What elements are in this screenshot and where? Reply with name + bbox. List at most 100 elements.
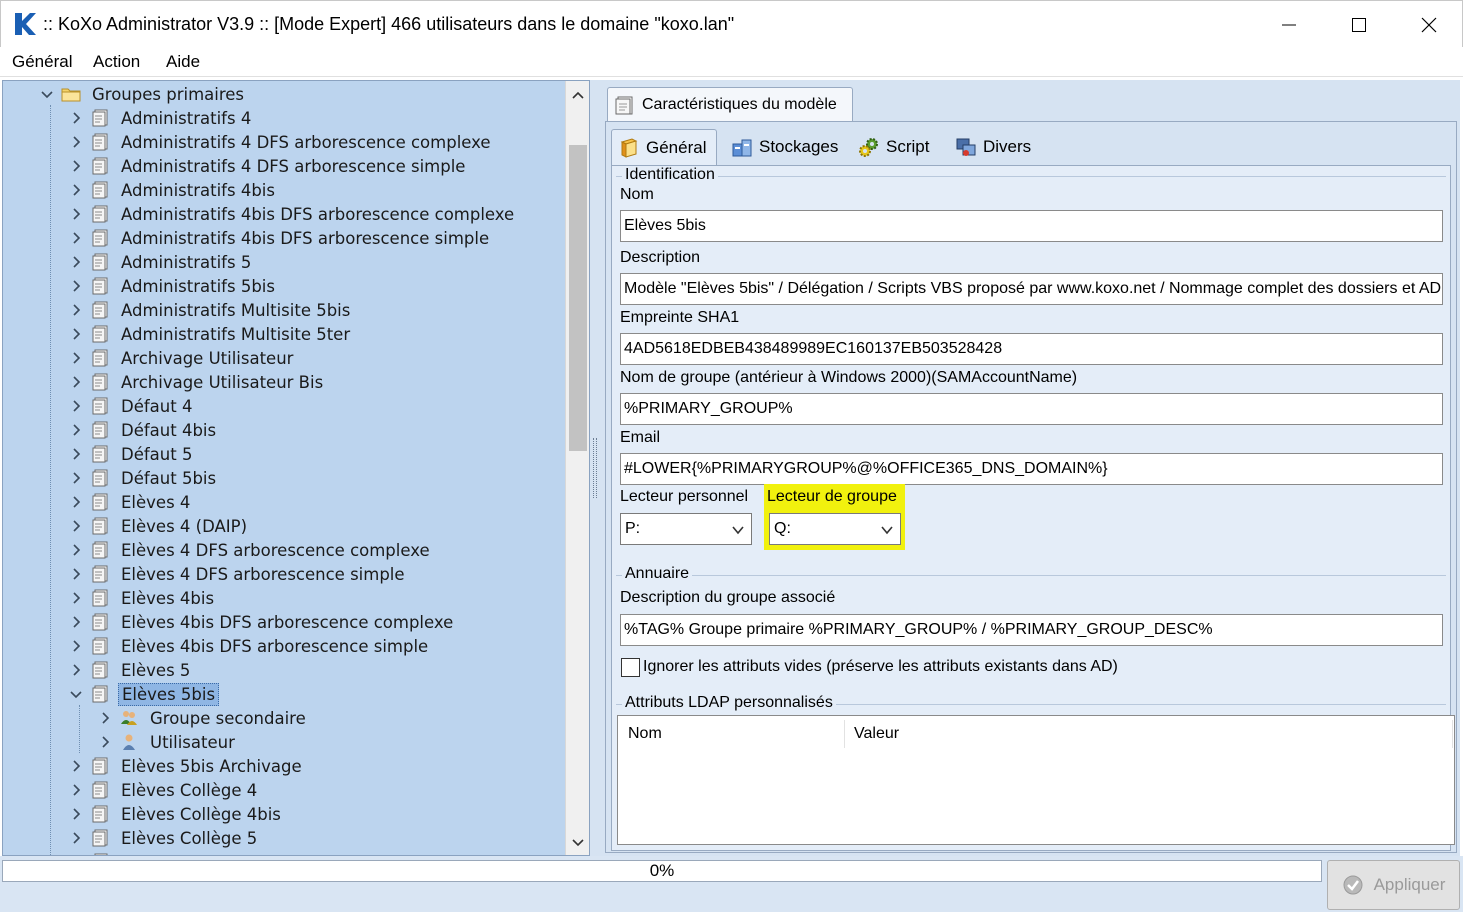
samaccountname-field[interactable]: %PRIMARY_GROUP% <box>620 393 1443 425</box>
description-field[interactable]: Modèle "Elèves 5bis" / Délégation / Scri… <box>620 273 1443 305</box>
chevron-right-icon[interactable] <box>70 256 82 268</box>
chevron-right-icon[interactable] <box>70 448 82 460</box>
chevron-right-icon[interactable] <box>99 736 111 748</box>
description-label: Description <box>620 249 701 266</box>
tree-item[interactable]: Elèves 4 DFS arborescence complexe <box>70 538 433 562</box>
tree-item[interactable]: Défaut 5bis <box>70 466 219 490</box>
tree-item[interactable]: Administratifs 4 DFS arborescence simple <box>70 154 468 178</box>
chevron-right-icon[interactable] <box>70 376 82 388</box>
scroll-thumb[interactable] <box>569 145 587 451</box>
scroll-up-button[interactable] <box>566 83 589 107</box>
ldap-attributes-table[interactable]: Nom Valeur <box>617 715 1455 845</box>
chevron-right-icon[interactable] <box>70 784 82 796</box>
chevron-right-icon[interactable] <box>70 280 82 292</box>
chevron-right-icon[interactable] <box>70 832 82 844</box>
chevron-right-icon[interactable] <box>70 760 82 772</box>
description-groupe-field[interactable]: %TAG% Groupe primaire %PRIMARY_GROUP% / … <box>620 614 1443 646</box>
chevron-right-icon[interactable] <box>70 616 82 628</box>
tree-item[interactable]: Elèves 4bis <box>70 586 217 610</box>
tree-item[interactable]: Défaut 4 <box>70 394 195 418</box>
tree-scrollbar[interactable] <box>565 81 589 855</box>
chevron-right-icon[interactable] <box>70 112 82 124</box>
chevron-right-icon[interactable] <box>70 544 82 556</box>
tree-item[interactable]: Administratifs 5bis <box>70 274 278 298</box>
tree-item[interactable]: Elèves 5 <box>70 658 193 682</box>
column-header-valeur[interactable]: Valeur <box>844 716 1444 752</box>
tree-item[interactable]: Elèves Collège 4 <box>70 778 260 802</box>
tree-item[interactable]: Administratifs 4 DFS arborescence comple… <box>70 130 494 154</box>
tree-item[interactable]: Elèves Collège 5 <box>70 826 260 850</box>
chevron-right-icon[interactable] <box>70 472 82 484</box>
chevron-right-icon[interactable] <box>70 136 82 148</box>
tree-item[interactable]: Administratifs 5 <box>70 250 254 274</box>
ignore-attributes-checkbox[interactable] <box>621 658 640 677</box>
tree-item[interactable]: Administratifs 4bis DFS arborescence sim… <box>70 226 492 250</box>
template-document-icon <box>92 253 108 271</box>
tree-item[interactable]: Elèves 4 DFS arborescence simple <box>70 562 408 586</box>
email-field[interactable]: #LOWER{%PRIMARYGROUP%@%OFFICE365_DNS_DOM… <box>620 453 1443 485</box>
tree-item[interactable]: Administratifs 4 <box>70 106 254 130</box>
chevron-down-icon[interactable] <box>41 88 53 100</box>
tree-subitem[interactable]: Groupe secondaire <box>99 706 309 730</box>
tab-stockages[interactable]: Stockages <box>725 129 844 165</box>
tab-divers[interactable]: Divers <box>949 129 1037 165</box>
menu-action[interactable]: Action <box>93 52 140 72</box>
tree-item[interactable]: Administratifs 4bis <box>70 178 278 202</box>
minimize-button[interactable] <box>1254 1 1324 48</box>
chevron-right-icon[interactable] <box>70 328 82 340</box>
tree-item[interactable]: Administratifs Multisite 5bis <box>70 298 353 322</box>
tree-item[interactable]: Défaut 5 <box>70 442 195 466</box>
template-document-icon <box>92 613 108 631</box>
tree-item-label: Elèves Collège 5 <box>121 828 258 848</box>
apply-button[interactable]: Appliquer <box>1327 860 1460 910</box>
lecteur-personnel-select[interactable]: P: <box>620 513 752 545</box>
tree-item[interactable]: Défaut 4bis <box>70 418 219 442</box>
tree-item[interactable]: Elèves Collège 4bis <box>70 802 284 826</box>
tree-subitem[interactable]: Utilisateur <box>99 730 238 754</box>
lecteur-groupe-select[interactable]: Q: <box>769 513 901 545</box>
tree-item[interactable]: Elèves 4bis DFS arborescence simple <box>70 634 431 658</box>
chevron-right-icon[interactable] <box>70 808 82 820</box>
chevron-right-icon[interactable] <box>70 664 82 676</box>
chevron-right-icon[interactable] <box>70 568 82 580</box>
tab-script[interactable]: Script <box>852 129 935 165</box>
column-header-nom[interactable]: Nom <box>618 716 844 752</box>
tree-item[interactable]: Elèves 5bis <box>70 682 220 706</box>
chevron-right-icon[interactable] <box>70 304 82 316</box>
tree-view[interactable]: Groupes primaires Administratifs 4 Adminis… <box>3 81 565 855</box>
tree-item[interactable]: Administratifs Multisite 5ter <box>70 322 353 346</box>
chevron-right-icon[interactable] <box>70 208 82 220</box>
chevron-right-icon[interactable] <box>70 160 82 172</box>
chevron-right-icon[interactable] <box>99 712 111 724</box>
chevron-right-icon[interactable] <box>70 232 82 244</box>
chevron-right-icon[interactable] <box>70 184 82 196</box>
menu-general[interactable]: Général <box>12 52 72 72</box>
maximize-button[interactable] <box>1324 1 1394 48</box>
chevron-right-icon[interactable] <box>70 496 82 508</box>
tree-root-groupes-primaires[interactable]: Groupes primaires <box>41 82 247 106</box>
chevron-right-icon[interactable] <box>70 520 82 532</box>
chevron-right-icon[interactable] <box>70 592 82 604</box>
tree-item[interactable]: Administratifs 4bis DFS arborescence com… <box>70 202 517 226</box>
tree-item[interactable]: Archivage Utilisateur Bis <box>70 370 326 394</box>
close-icon <box>1421 17 1437 32</box>
chevron-down-icon[interactable] <box>70 688 82 700</box>
tree-item[interactable]: Elèves 4 <box>70 490 193 514</box>
tree-item[interactable]: Elèves 5bis Archivage <box>70 754 305 778</box>
chevron-right-icon[interactable] <box>70 424 82 436</box>
close-button[interactable] <box>1394 1 1463 48</box>
sha1-field[interactable]: 4AD5618EDBEB438489989EC160137EB503528428 <box>620 333 1443 365</box>
nom-field[interactable]: Elèves 5bis <box>620 210 1443 242</box>
tree-item[interactable]: Elèves 4 (DAIP) <box>70 514 250 538</box>
tab-general[interactable]: Général <box>611 129 717 165</box>
tab-caracteristiques[interactable]: Caractéristiques du modèle <box>607 87 853 122</box>
tree-item[interactable]: Archivage Utilisateur <box>70 346 296 370</box>
tree-item[interactable]: Elèves 4bis DFS arborescence complexe <box>70 610 456 634</box>
template-document-icon <box>92 157 108 175</box>
chevron-right-icon[interactable] <box>70 400 82 412</box>
panel-splitter[interactable] <box>590 80 600 856</box>
scroll-down-button[interactable] <box>566 831 589 855</box>
chevron-right-icon[interactable] <box>70 352 82 364</box>
chevron-right-icon[interactable] <box>70 640 82 652</box>
menu-aide[interactable]: Aide <box>166 52 200 72</box>
